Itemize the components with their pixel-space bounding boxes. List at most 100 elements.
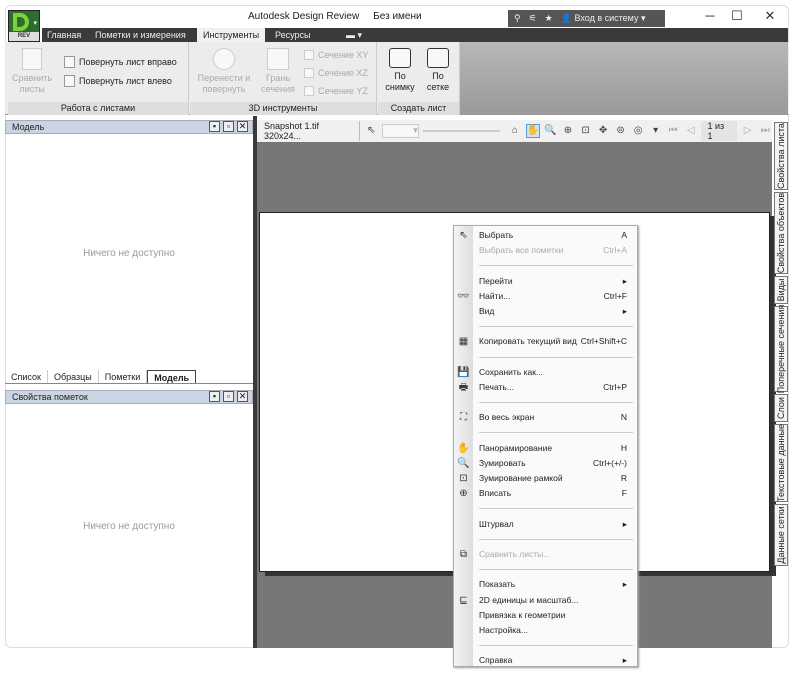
pan-icon[interactable]: ✋ [525,124,540,138]
menu-item[interactable]: 🖶 Печать... Ctrl+P [454,380,637,395]
by-grid-button[interactable]: По сетке [420,48,456,93]
more-dropdown-icon[interactable]: ▾ [649,124,663,138]
menu-item[interactable]: 🔍 Зумировать Ctrl+(+/-) [454,456,637,471]
move-rotate-button[interactable]: Перенести и повернуть [194,48,254,95]
cube-icon [267,48,289,70]
tab-layers[interactable]: Слои [774,394,788,422]
menu-item[interactable]: Штурвал ▸ [454,517,637,532]
rotate-right-icon [64,56,75,68]
maximize-button[interactable]: ☐ [727,8,747,24]
tab-samples[interactable]: Образцы [48,370,99,383]
section-face-button[interactable]: Грань сечения [258,48,298,95]
menu-item[interactable]: ✋ Панорамирование H [454,441,637,456]
tab-sheet-properties[interactable]: Свойства листа [774,122,788,190]
menu-item-label: Сравнить листы... [479,548,551,559]
pin-icon[interactable]: ▪ [209,391,220,402]
zoom-icon: 🔍 [457,457,470,469]
menu-item[interactable]: Привязка к геометрии [454,608,637,623]
prev-page-icon[interactable]: ◁ [684,124,698,138]
context-menu: ⇖ Выбрать A Выбрать все пометки Ctrl+A Перейт… [453,225,638,667]
menu-item[interactable]: ⛶ Во весь экран N [454,410,637,425]
rotate-left-icon [64,75,75,87]
tab-resources[interactable]: Ресурсы [269,28,317,42]
home-icon[interactable]: ⌂ [508,124,522,138]
last-page-icon[interactable]: ⏭ [758,124,772,138]
by-snapshot-button[interactable]: По снимку [382,48,418,93]
turntable-icon[interactable]: ⊜ [614,124,628,138]
units-icon: ⊑ [459,594,468,606]
tab-text-data[interactable]: Текстовые данные [774,424,788,502]
menu-item[interactable]: Настройка... [454,623,637,638]
zoom-window-icon: ⊡ [459,473,468,484]
binoculars-icon: 👓 [457,290,470,302]
submenu-arrow-icon: ▸ [622,275,627,286]
menu-item[interactable]: Вид ▸ [454,304,637,319]
menu-item[interactable]: ▦ Копировать текущий вид Ctrl+Shift+C [454,334,637,349]
tab-list[interactable]: Список [5,370,48,383]
app-menu-button[interactable]: ▾ REV [8,10,40,42]
orbit-icon[interactable]: ✥ [596,124,610,138]
zoom-icon[interactable]: 🔍 [544,124,558,138]
tab-tools[interactable]: Инструменты [197,28,266,42]
binoculars-icon[interactable]: ⚲ [514,13,521,24]
menu-item[interactable]: Справка ▸ [454,653,637,668]
menu-item[interactable]: ⇖ Выбрать A [454,228,637,243]
section-xz-label: Сечение XZ [318,68,368,78]
section-xy-button[interactable]: Сечение XY [304,50,368,60]
menu-item-label: Выбрать все пометки [479,245,564,256]
close-button[interactable]: ✕ [760,8,780,24]
menu-item[interactable]: ⊑ 2D единицы и масштаб... [454,593,637,608]
ribbon-options-icon[interactable]: ▬ ▾ [340,28,368,42]
star-icon[interactable]: ★ [545,13,553,24]
menu-item[interactable]: Показать ▸ [454,577,637,592]
tab-home[interactable]: Главная [41,28,87,42]
select-icon[interactable]: ⇖ [364,124,378,138]
pin-icon[interactable]: ▪ [209,121,220,132]
tab-views[interactable]: Виды [774,276,788,304]
menu-item-label: Справка [479,655,513,666]
section-xz-button[interactable]: Сечение XZ [304,68,368,78]
tab-label: Текстовые данные [776,424,786,502]
group-create-sheet: По снимку По сетке Создать лист [378,42,460,115]
menu-item-label: Выбрать [479,230,514,240]
menu-item[interactable]: ⊕ Вписать F [454,486,637,501]
model-empty-text: Ничего не доступно [83,248,175,259]
float-icon[interactable]: ▫ [223,121,234,132]
steering-wheel-icon[interactable]: ◎ [631,124,645,138]
menu-item[interactable]: 💾 Сохранить как... [454,365,637,380]
menu-item[interactable]: ⊡ Зумирование рамкой R [454,471,637,486]
zoom-slider[interactable] [422,130,501,132]
menu-item-label: Зумировать [479,457,526,468]
zoom-window-icon[interactable]: ⊡ [579,124,593,138]
document-tab[interactable]: Snapshot 1.tif 320x24... [260,121,361,141]
tab-grid-data[interactable]: Данные сетки [774,504,788,566]
float-icon[interactable]: ▫ [223,391,234,402]
tab-label: Поперечные сечения [776,304,786,394]
close-panel-icon[interactable]: ✕ [237,121,248,132]
zoom-combo[interactable]: ▾ [381,124,419,138]
rotate-left-button[interactable]: Повернуть лист влево [64,75,172,87]
first-page-icon[interactable]: ⏮ [666,124,680,138]
tab-markups[interactable]: Пометки [99,370,148,383]
section-yz-button[interactable]: Сечение YZ [304,86,368,96]
menu-item-shortcut: Ctrl+(+/-) [593,457,627,468]
tab-label: Свойства объектов [776,192,786,274]
menu-item[interactable]: Перейти ▸ [454,274,637,289]
tab-model[interactable]: Модель [147,370,197,383]
tab-markup[interactable]: Пометки и измерения [89,28,192,42]
fit-icon[interactable]: ⊕ [561,124,575,138]
section-face-label: Грань сечения [261,73,295,94]
close-panel-icon[interactable]: ✕ [237,391,248,402]
tab-object-properties[interactable]: Свойства объектов [774,192,788,274]
tab-cross-sections[interactable]: Поперечные сечения [774,304,788,394]
signin-button[interactable]: 👤 Вход в систему ▾ [561,13,646,24]
menu-item-label: Показать [479,579,516,590]
menu-item[interactable]: 👓 Найти... Ctrl+F [454,289,637,304]
minimize-button[interactable]: ─ [700,8,720,23]
group-label: Создать лист [378,102,459,115]
next-page-icon[interactable]: ▷ [741,124,755,138]
satellite-icon[interactable]: ⚟ [529,13,537,24]
rotate-right-button[interactable]: Повернуть лист вправо [64,56,177,68]
submenu-arrow-icon: ▸ [622,518,627,529]
compare-sheets-button[interactable]: Сравнить листы [12,48,52,95]
